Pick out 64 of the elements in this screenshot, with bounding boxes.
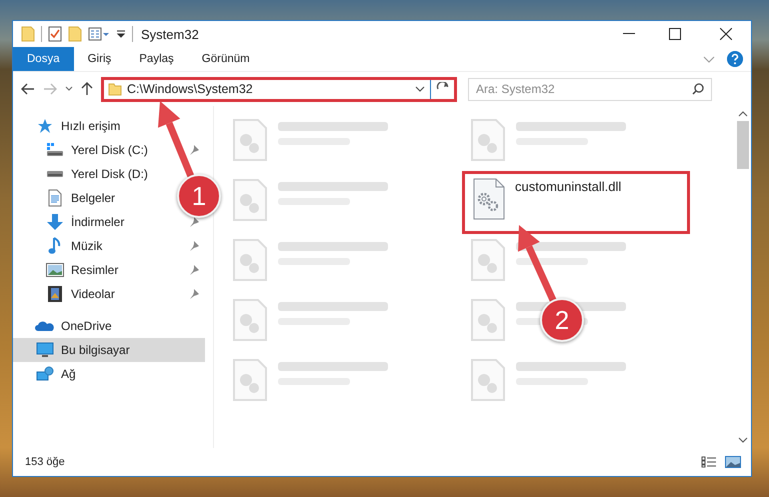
folder-icon — [108, 82, 122, 96]
download-arrow-icon — [46, 213, 64, 231]
pin-icon[interactable] — [189, 265, 199, 275]
picture-icon — [46, 263, 64, 277]
nav-item[interactable]: Bu bilgisayar — [13, 338, 205, 362]
nav-item[interactable]: Belgeler — [13, 186, 120, 210]
nav-item[interactable]: Hızlı erişim — [13, 114, 124, 138]
address-field[interactable]: C:\Windows\System32 — [101, 76, 457, 102]
document-icon — [47, 189, 63, 207]
ribbon-tab[interactable]: Görünüm — [188, 47, 264, 71]
drive-icon — [47, 171, 63, 177]
network-icon — [36, 366, 54, 382]
thumbnail-view-icon[interactable] — [725, 456, 741, 468]
star-icon — [37, 118, 53, 134]
nav-item[interactable]: Müzik — [13, 234, 205, 258]
nav-item[interactable]: Yerel Disk (D:) — [13, 162, 152, 186]
scrollbar-thumb[interactable] — [737, 121, 749, 169]
caret-icon[interactable] — [116, 29, 126, 39]
search-icon — [692, 82, 704, 94]
item-count: 153 öğe — [25, 456, 66, 468]
file-icon — [470, 118, 506, 162]
chevron-down-icon[interactable] — [415, 86, 425, 92]
monitor-icon — [36, 342, 54, 358]
pin-icon[interactable] — [189, 145, 199, 155]
window-title: System32 — [141, 26, 200, 42]
cloud-icon — [35, 320, 55, 332]
checklist-icon[interactable] — [48, 26, 62, 42]
close-icon — [720, 28, 732, 40]
file-icon — [470, 358, 506, 402]
chevron-up-icon[interactable] — [738, 111, 748, 117]
chevron-down-icon[interactable] — [738, 437, 748, 443]
ribbon-tab[interactable]: Dosya — [13, 47, 74, 71]
chevron-down-icon[interactable] — [65, 86, 73, 92]
nav-item[interactable]: Ağ — [13, 362, 80, 386]
ribbon-tab[interactable]: Giriş — [74, 47, 126, 71]
music-note-icon — [48, 237, 62, 255]
file-icon — [470, 298, 506, 342]
file-icon — [470, 238, 506, 282]
back-arrow-icon[interactable] — [21, 83, 35, 95]
file-icon — [232, 358, 268, 402]
pin-icon[interactable] — [189, 289, 199, 299]
pin-icon[interactable] — [189, 241, 199, 251]
details-view-icon[interactable] — [701, 456, 717, 468]
nav-item[interactable]: Resimler — [13, 258, 205, 282]
search-field[interactable]: Ara: System32 — [468, 78, 712, 100]
dll-file-icon — [473, 178, 505, 220]
folder-icon — [21, 26, 35, 42]
film-icon — [47, 285, 63, 303]
minimize-icon — [623, 33, 635, 35]
properties-icon[interactable] — [88, 26, 110, 42]
file-icon — [232, 178, 268, 222]
nav-item[interactable]: OneDrive — [13, 314, 116, 338]
file-icon — [232, 118, 268, 162]
up-arrow-icon[interactable] — [81, 82, 93, 96]
help-icon[interactable] — [727, 51, 743, 67]
file-icon — [232, 298, 268, 342]
nav-item[interactable]: Yerel Disk (C:) — [13, 138, 205, 162]
nav-item[interactable]: Videolar — [13, 282, 205, 306]
maximize-icon — [669, 28, 681, 40]
drive-icon — [46, 142, 64, 158]
ribbon-tab[interactable]: Paylaş — [125, 47, 188, 71]
pin-icon[interactable] — [189, 217, 199, 227]
file-icon — [232, 238, 268, 282]
file-name: customuninstall.dll — [515, 178, 622, 195]
